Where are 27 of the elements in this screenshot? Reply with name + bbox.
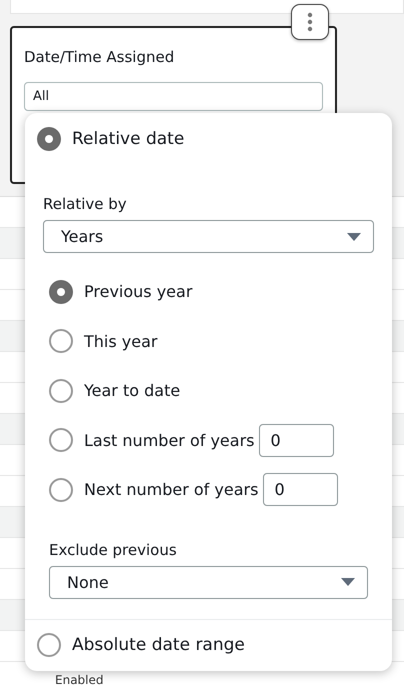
caret-icon xyxy=(347,232,361,240)
radio-label: Relative date xyxy=(72,129,184,149)
exclude-select[interactable]: None xyxy=(49,566,368,598)
radio-label: Last number of years xyxy=(84,430,254,450)
more-icon xyxy=(307,12,313,32)
radio-label: This year xyxy=(84,332,158,351)
more-button[interactable] xyxy=(291,4,329,40)
radio-label: Absolute date range xyxy=(72,635,245,655)
radio-button[interactable] xyxy=(49,478,73,502)
radio-button[interactable] xyxy=(37,633,61,657)
filter-field[interactable]: All xyxy=(24,82,323,111)
relative-by-select[interactable]: Years xyxy=(43,220,374,253)
radio-button[interactable] xyxy=(49,280,73,304)
number-input[interactable]: 0 xyxy=(259,424,334,457)
radio-label: Year to date xyxy=(84,381,180,400)
radio-button[interactable] xyxy=(49,378,73,403)
radio-label: Previous year xyxy=(84,282,192,302)
filter-title: Date/Time Assigned xyxy=(24,48,176,66)
radio-button[interactable] xyxy=(37,127,61,151)
caret-icon xyxy=(341,578,355,586)
radio-button[interactable] xyxy=(49,329,73,354)
radio-label: Next number of years xyxy=(84,480,258,500)
radio-button[interactable] xyxy=(49,428,73,452)
field-label: Exclude previous xyxy=(49,540,178,558)
table-cell: Enabled xyxy=(55,673,104,686)
field-label: Relative by xyxy=(43,195,128,213)
number-input[interactable]: 0 xyxy=(263,473,338,506)
